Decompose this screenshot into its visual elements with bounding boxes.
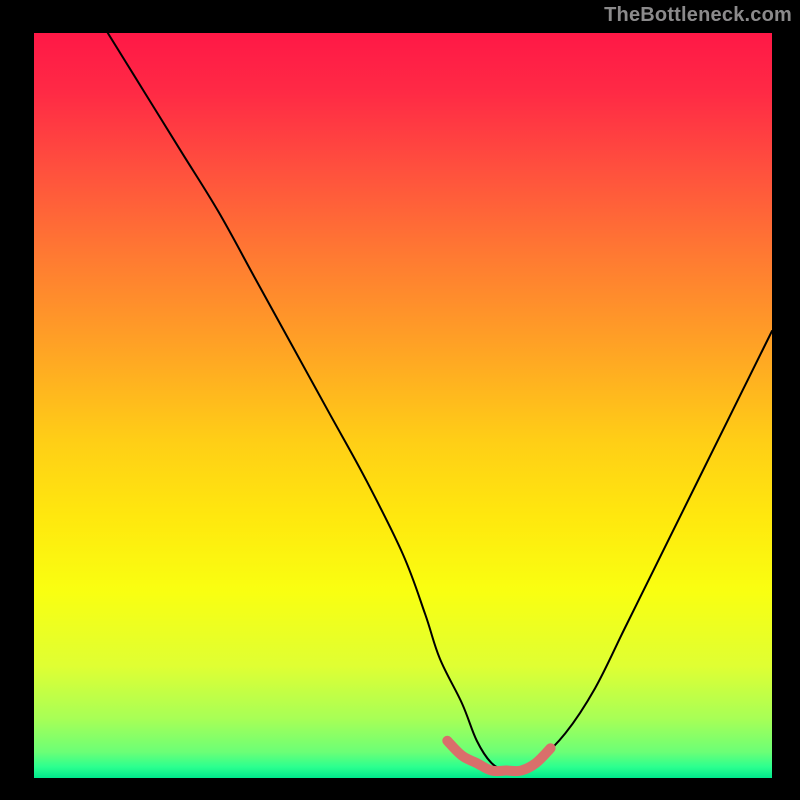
outer-frame: TheBottleneck.com [0,0,800,800]
watermark-label: TheBottleneck.com [604,4,792,27]
chart-area [33,32,773,779]
bottleneck-chart [34,33,772,778]
heat-gradient-background [34,33,772,778]
